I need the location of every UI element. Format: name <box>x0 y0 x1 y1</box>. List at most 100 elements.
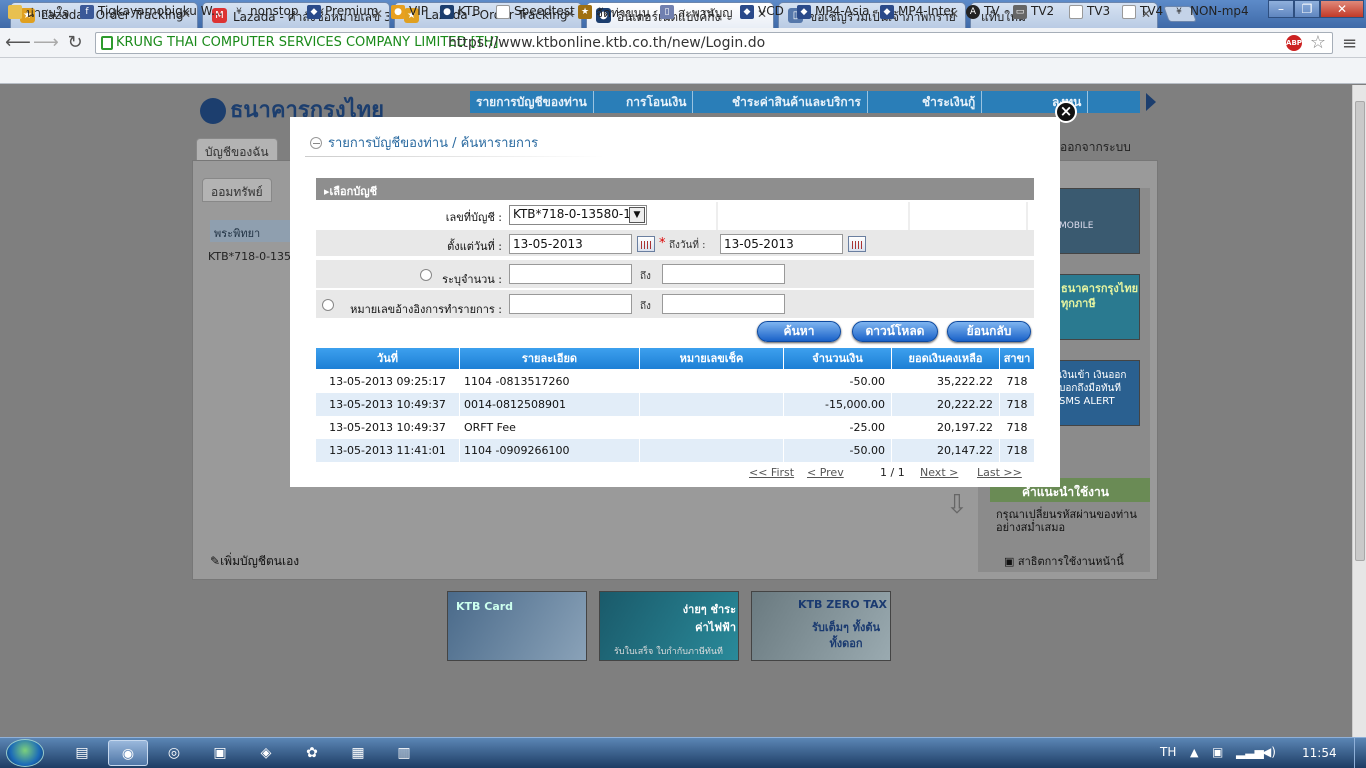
start-button[interactable] <box>6 739 44 767</box>
tab-my-accounts[interactable]: บัญชีของฉัน <box>196 138 278 162</box>
menu-next-arrow-icon[interactable] <box>1146 93 1156 111</box>
tip-text: กรุณาเปลี่ยนรหัสผ่านของท่านอย่างสม่ำเสมอ <box>996 508 1137 534</box>
transactions-table-header: วันที่ รายละเอียด หมายเลขเช็ค จำนวนเงิน … <box>316 348 1034 369</box>
col-balance[interactable]: ยอดเงินคงเหลือ <box>892 348 1000 369</box>
back-arrow-icon[interactable]: ⟵ <box>5 32 31 54</box>
bookmark-item[interactable]: TV4 <box>1122 4 1163 22</box>
bookmark-item[interactable]: ◆ VCD <box>740 4 784 22</box>
menu-item-transfer[interactable]: การโอนเงิน <box>620 91 694 113</box>
scroll-down-arrow-icon[interactable]: ⇩ <box>946 490 968 520</box>
menu-item-loan-payment[interactable]: ชำระเงินกู้ <box>916 91 983 113</box>
download-button[interactable]: ดาวน์โหลด <box>852 321 938 342</box>
bookmark-item[interactable]: TV3 <box>1069 4 1110 22</box>
adblock-icon[interactable]: ABP <box>1286 35 1302 51</box>
app-icon[interactable]: ✿ <box>292 740 332 766</box>
bookmark-item[interactable]: f Tigkayarnobigku W... <box>80 4 223 22</box>
app-icon[interactable]: ▣ <box>200 740 240 766</box>
chrome-icon[interactable]: ◉ <box>108 740 148 766</box>
table-row[interactable]: 13-05-2013 11:41:01 1104 -0909266100 -50… <box>316 439 1034 462</box>
site-icon: ◆ <box>307 5 321 19</box>
close-window-button[interactable]: ✕ <box>1320 0 1364 18</box>
calendar-icon[interactable] <box>848 236 866 252</box>
address-bar[interactable]: KRUNG THAI COMPUTER SERVICES COMPANY LIM… <box>95 32 1333 54</box>
electricity-banner[interactable]: ง่ายๆ ชำระค่าไฟฟ้า รับใบเสร็จ ใบกำกับภาษี… <box>599 591 739 661</box>
bookmark-item[interactable]: ★ จัดท่าขนุน <box>578 4 650 22</box>
add-account-link[interactable]: ✎เพิ่มบัญชีตนเอง <box>210 552 299 571</box>
clock[interactable]: 11:54 <box>1302 746 1337 760</box>
zero-tax-banner[interactable]: KTB ZERO TAX รับเต็มๆ ทั้งต้นทั้งดอก <box>751 591 891 661</box>
bookmark-star-icon[interactable]: ☆ <box>1310 32 1326 53</box>
volume-icon[interactable]: ◀) <box>1262 745 1276 759</box>
app-icon[interactable]: ◈ <box>246 740 286 766</box>
url-text[interactable]: https://www.ktbonline.ktb.co.th/new/Logi… <box>448 35 765 51</box>
account-label: เลขที่บัญชี : <box>445 211 502 224</box>
tray-arrow-icon[interactable]: ▲ <box>1190 746 1198 759</box>
table-row[interactable]: 13-05-2013 10:49:37 0014-0812508901 -15,… <box>316 393 1034 416</box>
col-date[interactable]: วันที่ <box>316 348 460 369</box>
bookmark-item[interactable]: ▯ สะพานบุญ <box>660 4 732 22</box>
bookmark-item[interactable]: ● VIP <box>391 4 428 22</box>
reload-icon[interactable]: ↻ <box>63 32 87 54</box>
amount-from-input[interactable] <box>509 264 632 284</box>
bookmark-item[interactable]: Speedtest <box>496 4 575 22</box>
prev-page-link[interactable]: < Prev <box>807 466 844 479</box>
menu-item-my-accounts[interactable]: รายการบัญชีของท่าน <box>470 91 594 113</box>
to-date-input[interactable] <box>720 234 843 254</box>
manual-link[interactable]: ▣ สาธิตการใช้งานหน้านี้ <box>1004 552 1124 570</box>
maximize-button[interactable]: ❐ <box>1294 0 1320 18</box>
ktb-card-banner[interactable]: KTB Card <box>447 591 587 661</box>
col-amount[interactable]: จำนวนเงิน <box>784 348 892 369</box>
amount-radio[interactable] <box>420 269 432 281</box>
bookmark-folder[interactable]: น่าสนใจ <box>8 4 69 22</box>
network-icon[interactable]: ▂▃▅ <box>1236 745 1264 759</box>
col-detail[interactable]: รายละเอียด <box>460 348 640 369</box>
back-button[interactable]: ย้อนกลับ <box>947 321 1031 342</box>
app-icon[interactable]: ◎ <box>154 740 194 766</box>
reference-to-input[interactable] <box>662 294 785 314</box>
bookmark-item[interactable]: ¥ nonstop <box>232 4 298 22</box>
language-indicator[interactable]: TH <box>1160 745 1176 759</box>
table-row[interactable]: 13-05-2013 09:25:17 1104 -0813517260 -50… <box>316 370 1034 393</box>
bookmark-item[interactable]: ◆ MP4-Asia <box>797 4 869 22</box>
menu-icon[interactable]: ≡ <box>1342 33 1357 54</box>
bookmark-item[interactable]: ¥ NON-mp4 <box>1172 4 1249 22</box>
amount-to-input[interactable] <box>662 264 785 284</box>
forward-arrow-icon[interactable]: ⟶ <box>33 32 59 54</box>
minimize-button[interactable]: – <box>1268 0 1294 18</box>
collapse-icon[interactable] <box>310 136 322 149</box>
bookmark-item[interactable]: ◆ MP4-Inter <box>880 4 956 22</box>
chevron-down-icon[interactable]: ▼ <box>629 207 645 223</box>
app-icon[interactable]: ▦ <box>338 740 378 766</box>
next-page-link[interactable]: Next > <box>920 466 958 479</box>
from-date-input[interactable] <box>509 234 632 254</box>
table-row[interactable]: 13-05-2013 10:49:37 ORFT Fee -25.00 20,1… <box>316 416 1034 439</box>
logout-link[interactable]: ออกจากระบบ <box>1060 138 1131 157</box>
scrollbar-thumb[interactable] <box>1355 101 1365 561</box>
calendar-icon[interactable] <box>637 236 655 252</box>
folder-icon <box>8 5 22 19</box>
bookmark-item[interactable]: A TV <box>966 4 1000 22</box>
search-button[interactable]: ค้นหา <box>757 321 841 342</box>
page-scrollbar[interactable] <box>1352 85 1366 737</box>
modal-close-button[interactable]: × <box>1055 101 1077 123</box>
notepad-icon[interactable]: ▥ <box>384 740 424 766</box>
tray-device-icon[interactable]: ▣ <box>1212 745 1223 759</box>
col-branch[interactable]: สาขา <box>1000 348 1034 369</box>
tab-savings[interactable]: ออมทรัพย์ <box>202 178 272 202</box>
account-select[interactable]: KTB*718-0-13580-1 ▼ <box>509 205 647 225</box>
reference-radio[interactable] <box>322 299 334 311</box>
bookmark-item[interactable]: ▭ TV2 <box>1013 4 1054 22</box>
site-icon: ▭ <box>1013 5 1027 19</box>
explorer-icon[interactable]: ▤ <box>62 740 102 766</box>
site-icon: ◆ <box>880 5 894 19</box>
bookmark-item[interactable]: ● KTB <box>440 4 481 22</box>
reference-from-input[interactable] <box>509 294 632 314</box>
first-page-link[interactable]: << First <box>749 466 794 479</box>
col-cheque[interactable]: หมายเลขเช็ค <box>640 348 784 369</box>
bookmark-item[interactable]: ◆ Premium <box>307 4 378 22</box>
last-page-link[interactable]: Last >> <box>977 466 1022 479</box>
ev-certificate-label[interactable]: KRUNG THAI COMPUTER SERVICES COMPANY LIM… <box>116 35 498 50</box>
menu-item-bill-payment[interactable]: ชำระค่าสินค้าและบริการ <box>726 91 868 113</box>
to-label: ถึง <box>640 301 651 312</box>
show-desktop-button[interactable] <box>1354 738 1366 768</box>
